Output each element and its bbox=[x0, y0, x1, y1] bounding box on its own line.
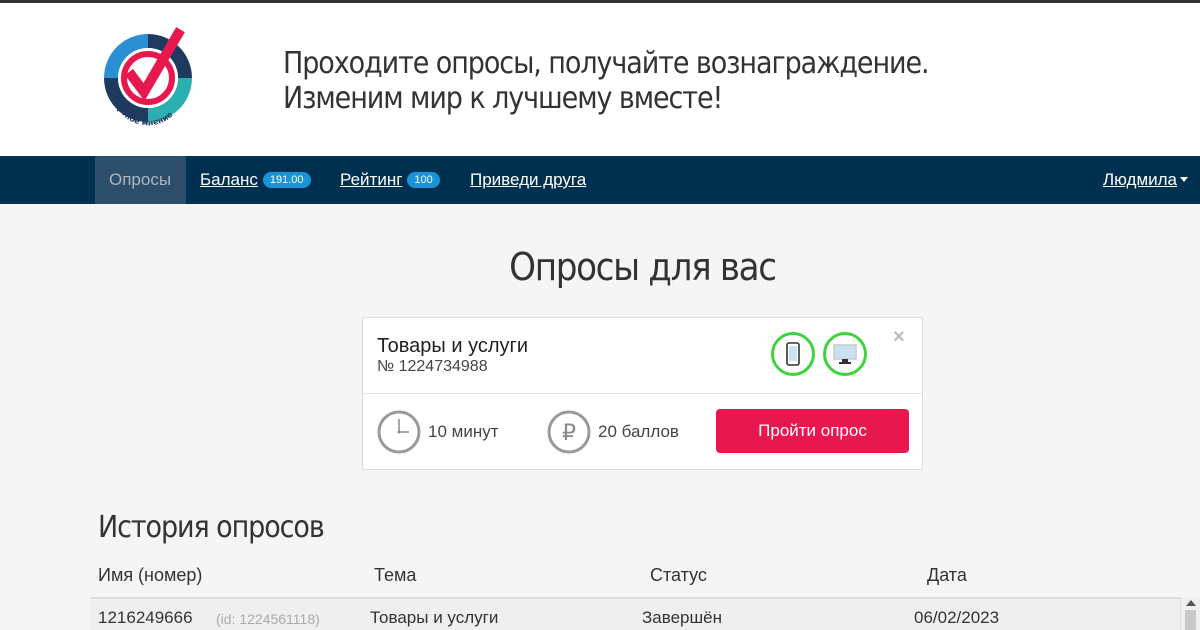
page-title: Опросы для вас bbox=[509, 245, 777, 289]
row-topic: Товары и услуги bbox=[370, 608, 499, 627]
row-date: 06/02/2023 bbox=[914, 608, 1000, 627]
phone-icon bbox=[786, 342, 800, 366]
user-name: Людмила bbox=[1103, 170, 1178, 189]
ruble-icon: ₽ bbox=[547, 410, 591, 454]
column-header-name[interactable]: Имя (номер) bbox=[98, 565, 202, 586]
column-header-date[interactable]: Дата bbox=[927, 565, 967, 586]
clock-icon bbox=[377, 410, 421, 454]
survey-number: № 1224734988 bbox=[377, 358, 488, 375]
balance-badge: 191.00 bbox=[262, 172, 311, 188]
row-id: (id: 1224561118) bbox=[216, 611, 320, 627]
history-title: История опросов bbox=[98, 510, 325, 545]
navbar: Опросы Баланс 191.00 Рейтинг 100 Приведи д… bbox=[0, 156, 1200, 204]
nav-item-label: Приведи друга bbox=[470, 170, 587, 189]
nav-item-rating[interactable]: Рейтинг 100 bbox=[340, 156, 440, 204]
logo-icon[interactable]: экспертное мнение bbox=[100, 26, 196, 130]
svg-text:₽: ₽ bbox=[562, 421, 576, 446]
survey-title: Товары и услуги bbox=[377, 335, 528, 357]
nav-item-surveys[interactable]: Опросы bbox=[95, 156, 186, 204]
rating-badge: 100 bbox=[407, 172, 440, 188]
chevron-down-icon bbox=[1180, 177, 1189, 182]
desktop-device-badge bbox=[823, 332, 867, 376]
nav-item-label: Баланс bbox=[200, 170, 258, 189]
nav-item-label: Опросы bbox=[109, 170, 172, 189]
scroll-thumb[interactable] bbox=[1185, 610, 1196, 630]
nav-item-invite-friend[interactable]: Приведи друга bbox=[470, 156, 586, 204]
desktop-icon bbox=[833, 344, 857, 364]
scroll-up-arrow-icon[interactable] bbox=[1186, 600, 1196, 606]
survey-card: Товары и услуги № 1224734988 × 10 минут … bbox=[362, 317, 923, 470]
header: экспертное мнение Проходите опросы, полу… bbox=[0, 3, 1200, 156]
close-icon[interactable]: × bbox=[893, 326, 905, 349]
tagline-line1: Проходите опросы, получайте вознагражден… bbox=[283, 46, 930, 81]
row-name: 1216249666 bbox=[98, 608, 193, 627]
nav-item-balance[interactable]: Баланс 191.00 bbox=[200, 156, 311, 204]
survey-reward: 20 баллов bbox=[598, 422, 679, 441]
user-menu[interactable]: Людмила bbox=[1103, 156, 1189, 204]
tagline-line2: Изменим мир к лучшему вместе! bbox=[283, 81, 723, 116]
column-header-topic[interactable]: Тема bbox=[374, 565, 416, 586]
column-header-status[interactable]: Статус bbox=[650, 565, 707, 586]
row-status: Завершён bbox=[642, 608, 722, 627]
nav-item-label: Рейтинг bbox=[340, 170, 403, 189]
survey-card-header: Товары и услуги № 1224734988 × bbox=[363, 318, 922, 394]
tagline: Проходите опросы, получайте вознагражден… bbox=[283, 46, 930, 116]
phone-device-badge bbox=[771, 332, 815, 376]
start-survey-button[interactable]: Пройти опрос bbox=[716, 409, 909, 453]
survey-duration: 10 минут bbox=[428, 422, 499, 441]
scrollbar[interactable] bbox=[1180, 597, 1200, 630]
